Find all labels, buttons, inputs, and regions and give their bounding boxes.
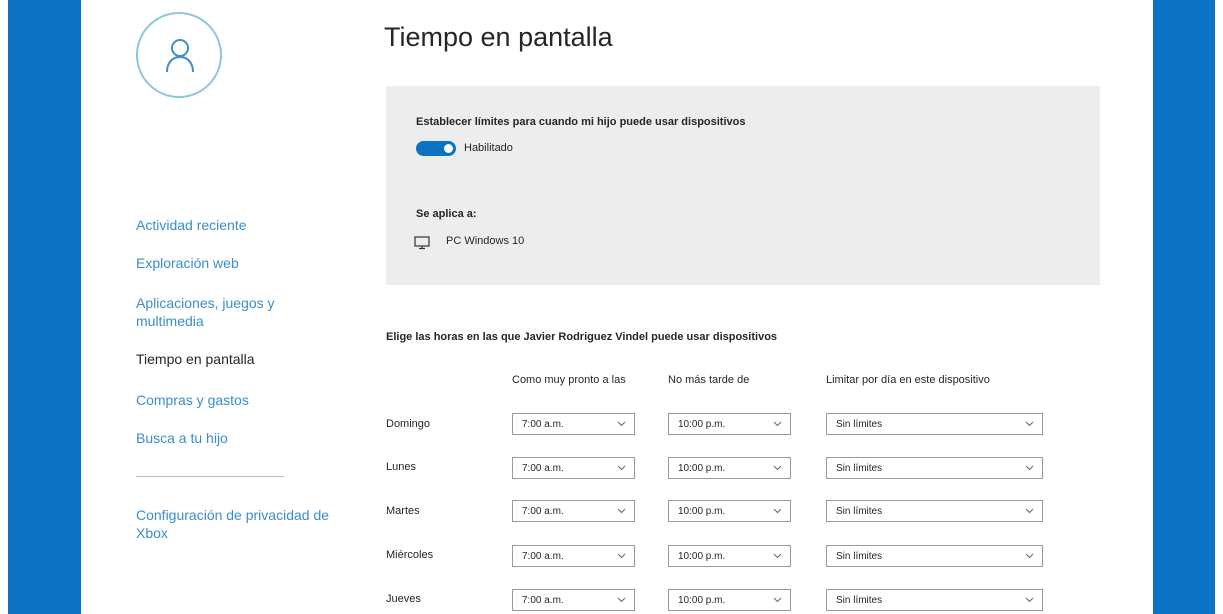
- select-value: 10:00 p.m.: [678, 506, 726, 517]
- frame-edge-right: [1215, 0, 1223, 614]
- avatar[interactable]: [136, 12, 222, 98]
- select-value: 10:00 p.m.: [678, 463, 726, 474]
- latest-select[interactable]: 10:00 p.m.: [668, 500, 791, 522]
- select-value: 7:00 a.m.: [522, 506, 564, 517]
- chevron-down-icon: [1025, 465, 1034, 471]
- chevron-down-icon: [1025, 508, 1034, 514]
- select-value: 7:00 a.m.: [522, 419, 564, 430]
- chevron-down-icon: [617, 553, 626, 559]
- earliest-select[interactable]: 7:00 a.m.: [512, 589, 635, 611]
- limit-select[interactable]: Sin límites: [826, 589, 1043, 611]
- chevron-down-icon: [617, 465, 626, 471]
- select-value: 7:00 a.m.: [522, 551, 564, 562]
- select-value: 10:00 p.m.: [678, 595, 726, 606]
- applies-to-label: Se aplica a:: [416, 208, 477, 220]
- frame-border-left: [8, 0, 81, 614]
- sidebar-item-actividad-reciente[interactable]: Actividad reciente: [136, 216, 247, 234]
- chevron-down-icon: [773, 465, 782, 471]
- sidebar-item-compras-y-gastos[interactable]: Compras y gastos: [136, 391, 249, 409]
- chevron-down-icon: [773, 508, 782, 514]
- select-value: 7:00 a.m.: [522, 595, 564, 606]
- chevron-down-icon: [773, 597, 782, 603]
- latest-select[interactable]: 10:00 p.m.: [668, 545, 791, 567]
- chevron-down-icon: [773, 421, 782, 427]
- earliest-select[interactable]: 7:00 a.m.: [512, 457, 635, 479]
- toggle-label: Habilitado: [464, 142, 513, 154]
- toggle-knob: [444, 144, 453, 153]
- day-label: Lunes: [386, 461, 416, 473]
- column-earliest: Como muy pronto a las: [512, 374, 626, 386]
- sidebar-item-aplicaciones[interactable]: Aplicaciones, juegos y multimedia: [136, 294, 306, 330]
- chevron-down-icon: [1025, 597, 1034, 603]
- earliest-select[interactable]: 7:00 a.m.: [512, 413, 635, 435]
- sidebar-item-tiempo-en-pantalla[interactable]: Tiempo en pantalla: [136, 350, 255, 368]
- day-label: Domingo: [386, 418, 431, 430]
- select-value: 10:00 p.m.: [678, 419, 726, 430]
- privacy-settings-link[interactable]: Configuración de privacidad de Xbox: [136, 506, 336, 542]
- select-value: Sin límites: [836, 551, 883, 562]
- frame-border-right: [1153, 0, 1223, 614]
- latest-select[interactable]: 10:00 p.m.: [668, 413, 791, 435]
- frame-edge-left: [0, 0, 8, 614]
- select-value: Sin límites: [836, 506, 883, 517]
- device-name: PC Windows 10: [446, 235, 525, 247]
- select-value: Sin límites: [836, 595, 883, 606]
- schedule-heading: Elige las horas en las que Javier Rodrig…: [386, 331, 778, 343]
- chevron-down-icon: [1025, 421, 1034, 427]
- limit-select[interactable]: Sin límites: [826, 413, 1043, 435]
- day-label: Martes: [386, 505, 420, 517]
- limits-toggle[interactable]: [416, 141, 456, 156]
- latest-select[interactable]: 10:00 p.m.: [668, 589, 791, 611]
- select-value: 7:00 a.m.: [522, 463, 564, 474]
- chevron-down-icon: [617, 508, 626, 514]
- day-label: Miércoles: [386, 549, 434, 561]
- limits-heading: Establecer límites para cuando mi hijo p…: [416, 116, 746, 128]
- page-title: Tiempo en pantalla: [384, 22, 613, 52]
- earliest-select[interactable]: 7:00 a.m.: [512, 545, 635, 567]
- limit-select[interactable]: Sin límites: [826, 500, 1043, 522]
- select-value: Sin límites: [836, 419, 883, 430]
- monitor-icon: [414, 236, 430, 250]
- column-latest: No más tarde de: [668, 374, 750, 386]
- person-icon: [166, 39, 194, 73]
- select-value: 10:00 p.m.: [678, 551, 726, 562]
- chevron-down-icon: [617, 597, 626, 603]
- chevron-down-icon: [1025, 553, 1034, 559]
- latest-select[interactable]: 10:00 p.m.: [668, 457, 791, 479]
- chevron-down-icon: [773, 553, 782, 559]
- sidebar-divider: [136, 476, 284, 477]
- chevron-down-icon: [617, 421, 626, 427]
- day-label: Jueves: [386, 593, 421, 605]
- limit-select[interactable]: Sin límites: [826, 545, 1043, 567]
- column-limit: Limitar por día en este dispositivo: [826, 374, 990, 386]
- limits-panel: Establecer límites para cuando mi hijo p…: [386, 86, 1100, 285]
- earliest-select[interactable]: 7:00 a.m.: [512, 500, 635, 522]
- limit-select[interactable]: Sin límites: [826, 457, 1043, 479]
- select-value: Sin límites: [836, 463, 883, 474]
- sidebar-item-exploracion-web[interactable]: Exploración web: [136, 254, 239, 272]
- sidebar-item-busca-a-tu-hijo[interactable]: Busca a tu hijo: [136, 429, 228, 447]
